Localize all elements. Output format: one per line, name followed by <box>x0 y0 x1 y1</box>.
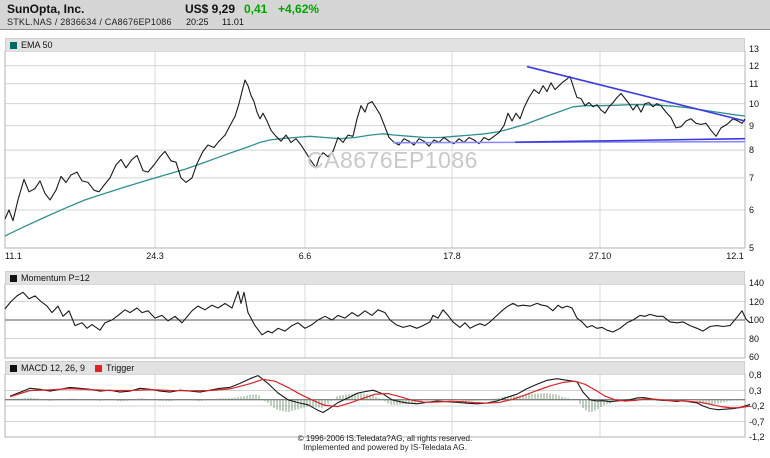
macd-panel-legend: MACD 12, 26, 9 Trigger <box>5 361 745 374</box>
ema-legend-swatch <box>10 41 17 49</box>
momentum-legend-label: Momentum P=12 <box>21 273 90 283</box>
price-y-tick-label: 13 <box>749 44 760 54</box>
macd-y-tick-label: 0,3 <box>749 385 762 396</box>
price-y-tick-label: 6 <box>749 205 755 216</box>
momentum-panel-legend: Momentum P=12 <box>5 271 745 284</box>
date-tick-label: 6.6 <box>298 251 312 261</box>
trendline-resistance <box>526 65 746 122</box>
momentum-line <box>4 290 751 336</box>
price-y-tick-label: 10 <box>749 98 760 109</box>
price-y-tick-label: 8 <box>749 145 755 156</box>
macd-y-tick-label: 0,8 <box>749 370 762 380</box>
momentum-legend-swatch <box>10 274 17 282</box>
stock-chart-window: SunOpta, Inc. STKL.NAS / 2836634 / CA867… <box>0 0 770 458</box>
ema-legend-label: EMA 50 <box>21 40 53 50</box>
price-y-tick-label: 7 <box>749 172 755 183</box>
price-y-tick-label: 5 <box>749 243 755 253</box>
date-tick-label: 24.3 <box>146 251 164 261</box>
date-tick-label: 12.1 <box>726 251 744 261</box>
date-tick-label: 17.8 <box>443 251 461 261</box>
momentum-panel-frame <box>4 283 746 359</box>
price-y-tick-label: 12 <box>749 60 760 71</box>
copyright-line: © 1996-2006 IS.Teledata?AG, all rights r… <box>297 434 473 443</box>
macd-legend-swatch <box>10 364 17 372</box>
copyright-footer: © 1996-2006 IS.Teledata?AG, all rights r… <box>0 434 770 452</box>
price-panel-legend: EMA 50 <box>5 38 745 51</box>
price-y-tick-label: 11 <box>749 78 759 89</box>
date-tick-label: 27.10 <box>588 251 612 261</box>
momentum-y-tick-label: 100 <box>749 315 765 325</box>
momentum-y-tick-label: 120 <box>749 296 765 307</box>
isin-watermark: CA8676EP1086 <box>307 147 478 173</box>
macd-legend-label: MACD 12, 26, 9 <box>21 363 86 373</box>
momentum-y-tick-label: 80 <box>749 333 760 344</box>
price-y-tick-label: 9 <box>749 120 755 131</box>
macd-y-tick-label: -0,2 <box>749 401 765 411</box>
trigger-line <box>9 378 751 409</box>
macd-y-tick-label: -0,7 <box>749 416 765 427</box>
date-tick-label: 11.1 <box>5 251 22 261</box>
momentum-y-tick-label: 140 <box>749 278 765 288</box>
trigger-legend-swatch <box>95 364 103 372</box>
chart-canvas <box>4 50 751 438</box>
powered-by-line: Implemented and powered by IS-Teledata A… <box>303 443 467 452</box>
trigger-legend-label: Trigger <box>106 363 135 373</box>
momentum-y-tick-label: 60 <box>749 352 760 362</box>
